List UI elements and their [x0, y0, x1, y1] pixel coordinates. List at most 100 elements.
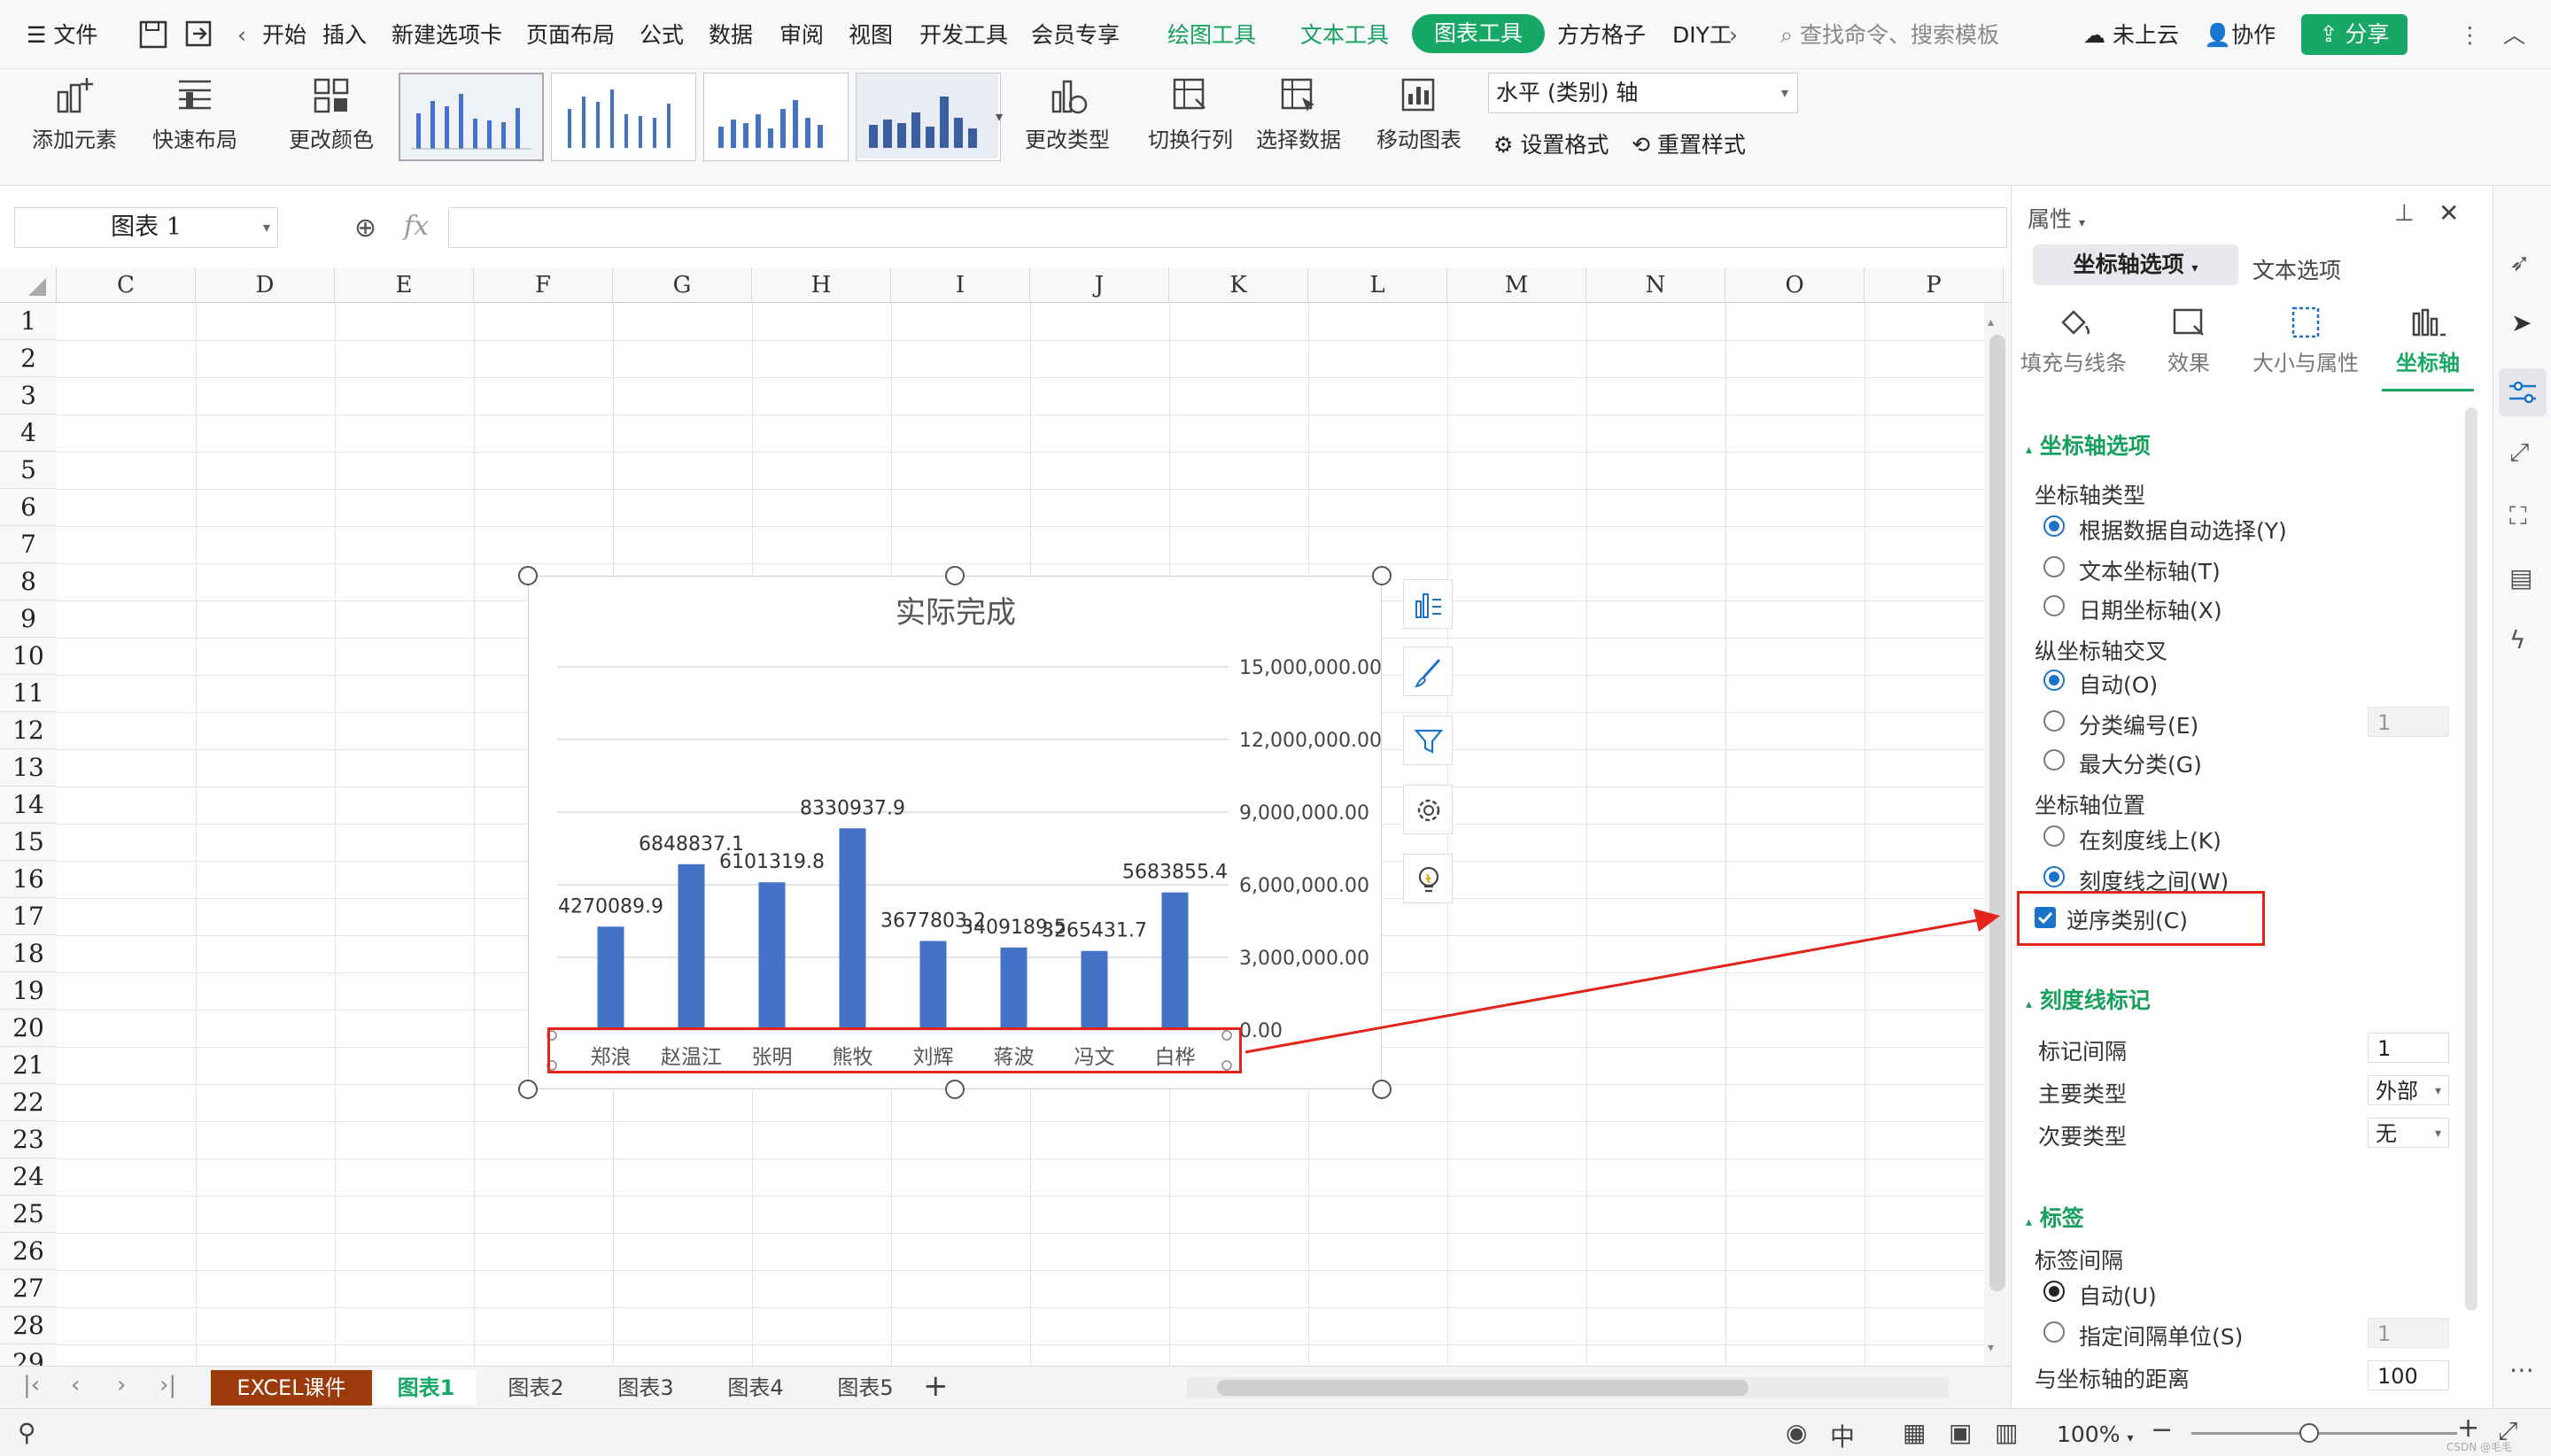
tab-3[interactable]: 页面布局 — [526, 18, 615, 53]
add-sheet-icon[interactable]: + — [923, 1368, 949, 1404]
row-header[interactable]: 9 — [0, 600, 57, 638]
row-header[interactable]: 6 — [0, 489, 57, 526]
chart-bar[interactable] — [1000, 947, 1027, 1030]
chart-bar[interactable] — [1161, 892, 1189, 1030]
radio-cross-max-label[interactable]: 最大分类(G) — [2079, 747, 2202, 779]
add-element-button[interactable]: 添加元素 — [21, 74, 128, 153]
chart-bar[interactable] — [839, 828, 866, 1030]
page-break-view-icon[interactable]: ▥ — [1995, 1418, 2018, 1447]
column-header[interactable]: I — [891, 267, 1030, 303]
zoom-formula-icon[interactable]: ⊕ — [354, 213, 376, 244]
select-all-corner[interactable] — [0, 267, 57, 303]
tabs-scroll-left-icon[interactable]: ‹ — [237, 18, 246, 53]
label-interval-input[interactable]: 1 — [2368, 1318, 2449, 1348]
row-header[interactable]: 16 — [0, 861, 57, 898]
row-header[interactable]: 17 — [0, 898, 57, 935]
panel-title[interactable]: 属性 ▾ — [2028, 202, 2085, 234]
row-header[interactable]: 14 — [0, 786, 57, 824]
row-header[interactable]: 2 — [0, 340, 57, 377]
radio-axis-auto-label[interactable]: 根据数据自动选择(Y) — [2079, 514, 2287, 546]
zoom-slider[interactable] — [2191, 1432, 2457, 1435]
radio-pos-on-tick[interactable] — [2043, 825, 2065, 847]
row-header[interactable]: 8 — [0, 563, 57, 600]
cross-category-input[interactable]: 1 — [2368, 707, 2449, 737]
file-menu[interactable]: ☰ 文件 — [27, 18, 97, 53]
radio-cross-max[interactable] — [2043, 749, 2065, 771]
tabs-scroll-right-icon[interactable]: › — [1729, 18, 1738, 53]
subtab-axis[interactable]: 坐标轴 — [2382, 303, 2474, 391]
input-method-icon[interactable]: 中 — [1830, 1418, 1855, 1453]
column-header[interactable]: F — [474, 267, 613, 303]
sheet-tab-chart4[interactable]: 图表4 — [705, 1370, 806, 1406]
chart-style-4[interactable] — [856, 73, 1001, 161]
chart-bar[interactable] — [919, 941, 947, 1030]
row-header[interactable]: 3 — [0, 377, 57, 414]
row-header[interactable]: 13 — [0, 749, 57, 786]
formula-input[interactable] — [448, 207, 2007, 248]
resize-handle-ne[interactable] — [1372, 566, 1392, 585]
radio-cross-category[interactable] — [2043, 710, 2065, 732]
radio-cross-category-label[interactable]: 分类编号(E) — [2079, 709, 2198, 740]
row-header[interactable]: 19 — [0, 972, 57, 1010]
resize-handle-s[interactable] — [945, 1080, 965, 1099]
section-tick-marks[interactable]: ▴ 刻度线标记 — [2026, 983, 2151, 1015]
prev-sheet-icon[interactable]: ‹ — [71, 1372, 80, 1398]
row-header[interactable]: 23 — [0, 1121, 57, 1158]
row-header[interactable]: 5 — [0, 452, 57, 489]
more-dots-icon[interactable]: ⋯ — [2509, 1355, 2534, 1384]
row-header[interactable]: 28 — [0, 1307, 57, 1344]
properties-icon-button[interactable] — [2499, 368, 2547, 416]
tab-8[interactable]: 开发工具 — [919, 18, 1008, 53]
row-header[interactable]: 21 — [0, 1047, 57, 1084]
subtab-fill-line[interactable]: 填充与线条 — [2019, 303, 2128, 376]
tab-5[interactable]: 数据 — [709, 18, 753, 53]
radio-label-specify[interactable] — [2043, 1321, 2065, 1343]
switch-rowcol-button[interactable]: 切换行列 — [1141, 74, 1240, 153]
chart-elements-button[interactable] — [1403, 579, 1453, 629]
resize-handle-n[interactable] — [945, 566, 965, 585]
radio-label-specify-label[interactable]: 指定间隔单位(S) — [2079, 1320, 2243, 1351]
sheet-tab-chart2[interactable]: 图表2 — [485, 1370, 586, 1406]
vertical-scroll-thumb[interactable] — [1989, 335, 2005, 1291]
macro-record-icon[interactable]: ⚲ — [18, 1418, 36, 1447]
row-header[interactable]: 25 — [0, 1196, 57, 1233]
major-type-select[interactable]: 外部 ▾ — [2368, 1075, 2449, 1105]
share-button[interactable]: ⇪ 分享 — [2301, 14, 2408, 55]
zoom-level[interactable]: 100% ▾ — [2057, 1421, 2133, 1447]
tab-drawing-tools[interactable]: 绘图工具 — [1167, 18, 1256, 53]
radio-label-auto-label[interactable]: 自动(U) — [2079, 1279, 2157, 1311]
sheet-tab-chart1[interactable]: 图表1 — [376, 1370, 477, 1406]
radio-axis-text[interactable] — [2043, 556, 2065, 577]
chart-bar[interactable] — [1081, 950, 1108, 1030]
scroll-down-icon[interactable]: ▾ — [1988, 1341, 1994, 1355]
radio-pos-between[interactable] — [2043, 866, 2065, 887]
rocket-icon[interactable]: ➶ — [2509, 248, 2530, 277]
resize-handle-nw[interactable] — [518, 566, 538, 585]
vertical-scrollbar[interactable]: ▴ ▾ — [1984, 303, 2011, 1366]
close-icon[interactable]: ✕ — [2439, 198, 2459, 228]
column-header[interactable]: C — [57, 267, 196, 303]
tab-9[interactable]: 会员专享 — [1031, 18, 1120, 53]
select-data-button[interactable]: 选择数据 — [1249, 74, 1348, 153]
tab-6[interactable]: 审阅 — [779, 18, 824, 53]
row-header[interactable]: 22 — [0, 1084, 57, 1121]
lightning-icon[interactable]: ϟ — [2509, 625, 2525, 654]
page-layout-view-icon[interactable]: ▣ — [1949, 1418, 1972, 1447]
column-header[interactable]: D — [196, 267, 335, 303]
chart-bar[interactable] — [597, 926, 624, 1030]
section-axis-options[interactable]: ▴ 坐标轴选项 — [2026, 429, 2151, 461]
row-header[interactable]: 11 — [0, 675, 57, 712]
section-labels[interactable]: ▴ 标签 — [2026, 1201, 2084, 1233]
row-header[interactable]: 20 — [0, 1010, 57, 1047]
row-header[interactable]: 15 — [0, 824, 57, 861]
chart-filter-button[interactable] — [1403, 716, 1453, 765]
chart-style-1[interactable] — [399, 73, 544, 161]
normal-view-icon[interactable]: ▦ — [1903, 1418, 1926, 1447]
row-header[interactable]: 10 — [0, 638, 57, 675]
panel-scrollbar[interactable] — [2465, 407, 2477, 1311]
column-header[interactable]: E — [335, 267, 474, 303]
eye-protect-icon[interactable]: ◉ — [1786, 1418, 1807, 1447]
tab-1[interactable]: 插入 — [322, 18, 367, 53]
first-sheet-icon[interactable]: |‹ — [23, 1372, 40, 1398]
column-header[interactable]: P — [1865, 267, 2004, 303]
